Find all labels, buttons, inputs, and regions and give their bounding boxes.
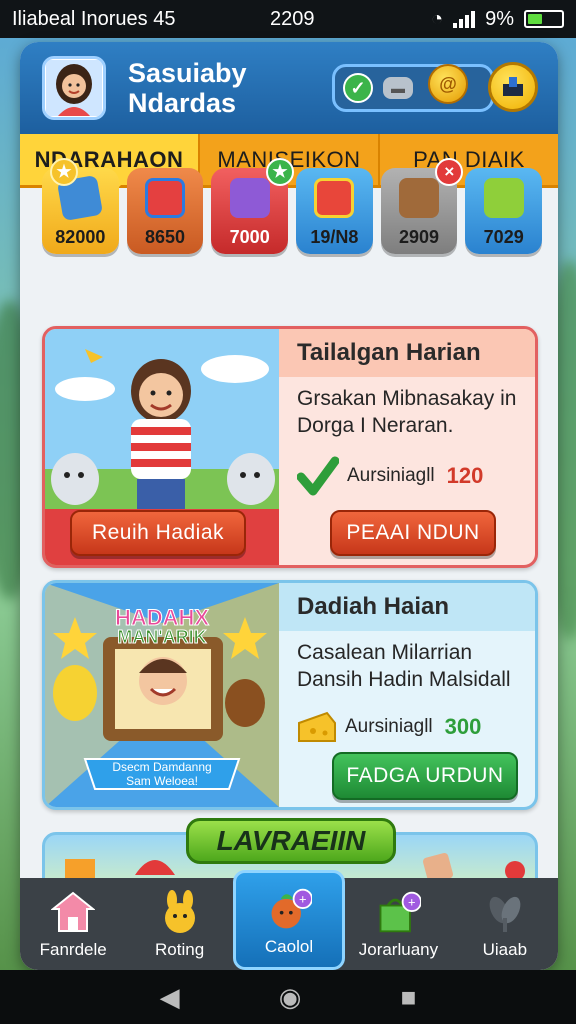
reward-row: Aursiniagll 120 [279, 455, 535, 497]
clock: 2209 [270, 7, 315, 30]
carrier-label: Iliabeal Inorues 45 [12, 7, 176, 30]
star-icon: ★ [50, 158, 78, 186]
check-mark-icon [297, 456, 339, 496]
cheese-icon [298, 711, 336, 742]
reward-value: 120 [446, 463, 484, 488]
check-icon[interactable]: ✓ [343, 73, 373, 103]
reward-label: Aursiniagll [345, 716, 433, 737]
system-nav-bar: ◀ ◉ ■ [0, 970, 576, 1024]
bag-icon: + [375, 890, 422, 934]
toy-icon [229, 178, 270, 218]
toolbar-pill: ✓ ▬ [332, 64, 494, 112]
item-tile[interactable]: 8650 [126, 168, 204, 254]
nav-item-jorarluany[interactable]: + Jorarluany [345, 878, 451, 970]
item-value: 19/N8 [310, 227, 359, 247]
image-ribbon-line1: Dsecm Damdanng [112, 760, 211, 774]
signal-icon [453, 10, 476, 28]
item-tile[interactable]: ★ 7000 [211, 158, 295, 254]
nav-item-roting[interactable]: Roting [126, 878, 232, 970]
coin-icon[interactable]: @ [428, 64, 468, 104]
shop-icon [503, 77, 523, 96]
nav-label: Fanrdele [39, 940, 107, 959]
leaf-icon [482, 890, 528, 934]
back-icon[interactable]: ◀ [160, 982, 180, 1013]
item-value: 7000 [229, 227, 270, 247]
banner-label: LAVRAEIIN [186, 818, 396, 864]
nav-label: Uiaab [482, 940, 528, 959]
house-icon [50, 890, 96, 934]
nav-label: Jorarluany [358, 940, 439, 959]
reward-label: Aursiniagll [347, 465, 435, 486]
card-description: Casalean Milarrian Dansih Hadin Malsidal… [279, 631, 535, 693]
image-title-line2: MAN'ARIK [117, 627, 206, 647]
nav-label: Caolol [264, 937, 314, 956]
item-tile[interactable]: 7029 [465, 168, 543, 254]
bunny-icon [157, 890, 203, 934]
menu-button[interactable] [488, 62, 538, 112]
fruit-icon: + [266, 887, 313, 931]
claim-reward-button[interactable]: Reuih Hadiak [70, 510, 246, 556]
item-value: 7029 [483, 227, 524, 247]
image-ribbon-line2: Sam Weloea! [126, 774, 198, 788]
profile-name-line2: Ndardas [128, 88, 237, 118]
reward-value: 300 [444, 714, 482, 739]
shopping-bag-icon [483, 178, 524, 218]
item-value: 2909 [399, 227, 440, 247]
nav-label: Roting [155, 940, 205, 959]
svg-text:+: + [299, 891, 307, 906]
item-row: ★ 82000 8650 ★ 7000 19/N8 × 2909 7029 [42, 158, 543, 256]
item-tile[interactable]: ★ 82000 [42, 158, 119, 254]
profile-name-line1: Sasuiaby [128, 58, 247, 88]
box-icon [399, 178, 440, 218]
eraser-icon[interactable]: ▬ [383, 77, 413, 99]
svg-text:+: + [408, 894, 416, 909]
battery-icon [524, 10, 564, 28]
home-icon[interactable]: ◉ [279, 982, 302, 1013]
boy-frame-image: HADAHX MAN'ARIK Dsecm Damdanng Sam Weloe… [45, 583, 279, 807]
alarm-icon: ◔ [431, 7, 444, 30]
card-title: Dadiah Haian [279, 583, 535, 631]
card-desc-line2: Dansih Hadin Malsidall [297, 668, 511, 691]
gift-icon [145, 178, 185, 218]
card-desc-line1: Grsakan Mibnasakay in [297, 387, 517, 410]
avatar-portrait-icon [46, 60, 102, 116]
avatar[interactable] [42, 56, 106, 120]
card-desc-line2: Dorga I Neraran. [297, 414, 454, 437]
task-action-button[interactable]: PEAAI NDUN [330, 510, 496, 556]
item-value: 82000 [55, 227, 106, 247]
bottom-nav: Fanrdele Roting + Caolol + Jorarluany Ui… [20, 870, 558, 970]
status-bar: Iliabeal Inorues 45 2209 ◔ 9% [0, 0, 576, 38]
card-desc-line1: Casalean Milarrian [297, 641, 473, 664]
card-title: Tailalgan Harian [279, 329, 535, 377]
nav-item-caolol[interactable]: + Caolol [232, 870, 346, 970]
nav-item-uiaab[interactable]: Uiaab [452, 878, 558, 970]
book-stack-icon [314, 178, 355, 218]
card-description: Grsakan Mibnasakay in Dorga I Neraran. [279, 377, 535, 439]
battery-percent: 9% [485, 7, 514, 30]
profile-name: Sasuiaby Ndardas [128, 58, 247, 118]
header: Sasuiaby Ndardas ✓ ▬ @ [20, 42, 558, 134]
recents-icon[interactable]: ■ [401, 982, 417, 1013]
item-value: 8650 [144, 227, 186, 247]
item-tile[interactable]: 19/N8 [296, 168, 373, 254]
nav-item-fanrdele[interactable]: Fanrdele [20, 878, 126, 970]
locked-badge-icon: × [435, 158, 464, 186]
star-badge-icon: ★ [266, 158, 295, 186]
reward-action-button[interactable]: FADGA URDUN [332, 752, 518, 800]
item-tile[interactable]: × 2909 [380, 158, 464, 254]
daily-reward-illustration: HADAHX MAN'ARIK Dsecm Damdanng Sam Weloe… [45, 583, 279, 807]
reward-row: Aursiniagll 300 [279, 709, 535, 745]
